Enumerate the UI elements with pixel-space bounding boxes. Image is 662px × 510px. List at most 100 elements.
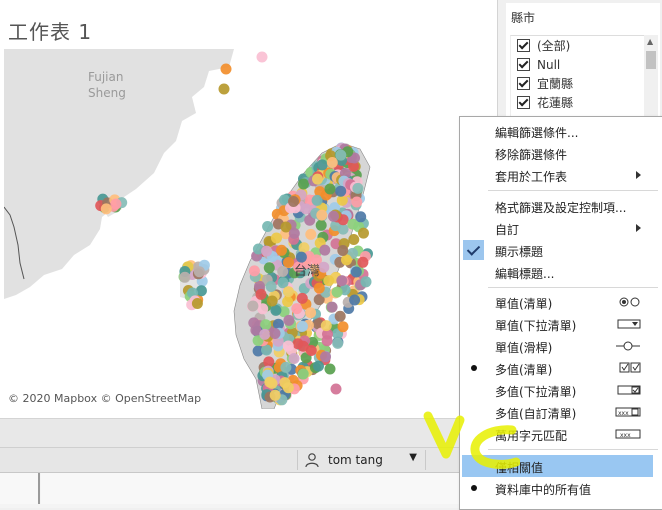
- menu-item-single-value-dropdown[interactable]: 單值(下拉清單): [460, 313, 661, 335]
- map-point[interactable]: [261, 344, 272, 356]
- map-point[interactable]: [263, 262, 275, 274]
- map-point[interactable]: [269, 389, 281, 401]
- map-point[interactable]: [350, 266, 362, 278]
- menu-item-single-value-list[interactable]: 單值(清單): [460, 291, 661, 313]
- map-canvas[interactable]: Fujian Sheng 台灣: [4, 49, 491, 409]
- map-point[interactable]: [262, 221, 274, 232]
- map-point[interactable]: [282, 340, 294, 352]
- map-point[interactable]: [337, 245, 349, 256]
- scroll-thumb[interactable]: [646, 51, 656, 69]
- map-point[interactable]: [351, 196, 363, 208]
- filter-item-yilan[interactable]: 宜蘭縣: [511, 74, 645, 93]
- sheet-tab[interactable]: [0, 473, 40, 504]
- menu-item-edit-filter[interactable]: 編輯篩選條件...: [460, 120, 661, 142]
- map-point[interactable]: [271, 232, 282, 244]
- map-point[interactable]: [330, 383, 342, 395]
- map-point[interactable]: [193, 266, 205, 278]
- scroll-up-icon[interactable]: ▲: [647, 37, 653, 46]
- map-point[interactable]: [248, 265, 260, 277]
- user-menu[interactable]: tom tang ▼: [297, 450, 426, 470]
- menu-item-format-filters[interactable]: 格式篩選及設定控制項...: [460, 195, 661, 217]
- map-point[interactable]: [296, 320, 308, 332]
- map-point[interactable]: [341, 254, 352, 266]
- map-point[interactable]: [298, 178, 309, 190]
- filter-title[interactable]: 縣市: [511, 9, 535, 26]
- map-view[interactable]: Fujian Sheng 台灣 © 2020 Mapbox © OpenStre…: [4, 49, 491, 409]
- map-point[interactable]: [357, 256, 369, 268]
- filter-item-null[interactable]: Null: [511, 55, 645, 74]
- map-point[interactable]: [313, 282, 325, 294]
- map-point[interactable]: [266, 295, 278, 307]
- sheet-tab[interactable]: [41, 473, 462, 504]
- map-point[interactable]: [316, 209, 328, 221]
- map-point[interactable]: [336, 275, 348, 287]
- map-point[interactable]: [288, 196, 299, 207]
- map-point[interactable]: [305, 307, 317, 319]
- map-point[interactable]: [300, 203, 312, 215]
- map-point[interactable]: [316, 159, 328, 171]
- map-point[interactable]: [283, 314, 295, 326]
- map-point[interactable]: [320, 320, 332, 332]
- map-point[interactable]: [270, 304, 282, 316]
- map-point[interactable]: [191, 298, 203, 309]
- map-point[interactable]: [265, 281, 277, 292]
- map-point[interactable]: [218, 83, 230, 95]
- map-point[interactable]: [335, 185, 347, 197]
- map-point[interactable]: [259, 328, 271, 340]
- map-point[interactable]: [337, 321, 349, 333]
- map-point[interactable]: [296, 292, 308, 304]
- map-point[interactable]: [220, 63, 232, 75]
- map-point[interactable]: [320, 351, 331, 363]
- filter-scrollbar[interactable]: ▲: [644, 35, 658, 121]
- map-point[interactable]: [261, 245, 273, 257]
- checkbox-icon[interactable]: [517, 58, 530, 71]
- map-point[interactable]: [283, 257, 294, 268]
- map-point[interactable]: [288, 353, 300, 364]
- map-point[interactable]: [334, 310, 346, 322]
- map-point[interactable]: [283, 286, 294, 298]
- map-point[interactable]: [247, 300, 259, 312]
- map-point[interactable]: [313, 360, 324, 372]
- map-point[interactable]: [335, 149, 347, 161]
- menu-item-multi-value-list[interactable]: 多值(清單): [460, 357, 661, 379]
- menu-item-customize[interactable]: 自訂: [460, 217, 661, 239]
- map-point[interactable]: [295, 251, 307, 263]
- map-point[interactable]: [326, 157, 338, 168]
- menu-item-remove-filter[interactable]: 移除篩選條件: [460, 142, 661, 164]
- map-point[interactable]: [297, 340, 309, 352]
- map-point[interactable]: [348, 234, 360, 245]
- menu-item-single-value-slider[interactable]: 單值(滑桿): [460, 335, 661, 357]
- map-point[interactable]: [326, 301, 338, 313]
- map-point[interactable]: [269, 328, 281, 339]
- checkbox-icon[interactable]: [517, 96, 530, 109]
- map-point[interactable]: [110, 198, 122, 210]
- map-point[interactable]: [360, 276, 372, 288]
- map-point[interactable]: [291, 303, 303, 315]
- checkbox-icon[interactable]: [517, 77, 530, 90]
- map-point[interactable]: [297, 368, 309, 380]
- map-point[interactable]: [179, 271, 191, 283]
- map-point[interactable]: [324, 183, 336, 195]
- menu-item-apply-to-worksheets[interactable]: 套用於工作表: [460, 164, 661, 186]
- filter-item-hualien[interactable]: 花蓮縣: [511, 93, 645, 112]
- menu-item-all-values-in-database[interactable]: 資料庫中的所有值: [460, 477, 661, 499]
- map-point[interactable]: [256, 51, 268, 63]
- chevron-down-icon[interactable]: ▼: [409, 452, 417, 463]
- map-point[interactable]: [332, 337, 344, 349]
- map-point[interactable]: [324, 363, 336, 375]
- map-point[interactable]: [266, 377, 278, 389]
- menu-item-show-title[interactable]: 顯示標題: [460, 239, 661, 261]
- map-point[interactable]: [279, 377, 291, 389]
- filter-item-all[interactable]: (全部): [511, 36, 645, 55]
- map-point[interactable]: [321, 335, 333, 347]
- map-point[interactable]: [331, 286, 343, 298]
- map-point[interactable]: [280, 361, 292, 373]
- map-point[interactable]: [328, 210, 339, 222]
- map-point[interactable]: [315, 219, 327, 231]
- map-point[interactable]: [319, 244, 331, 256]
- map-point[interactable]: [282, 296, 294, 308]
- menu-item-multi-value-dropdown[interactable]: 多值(下拉清單): [460, 379, 661, 401]
- map-point[interactable]: [277, 266, 289, 277]
- map-point[interactable]: [100, 203, 112, 215]
- map-point[interactable]: [305, 228, 317, 240]
